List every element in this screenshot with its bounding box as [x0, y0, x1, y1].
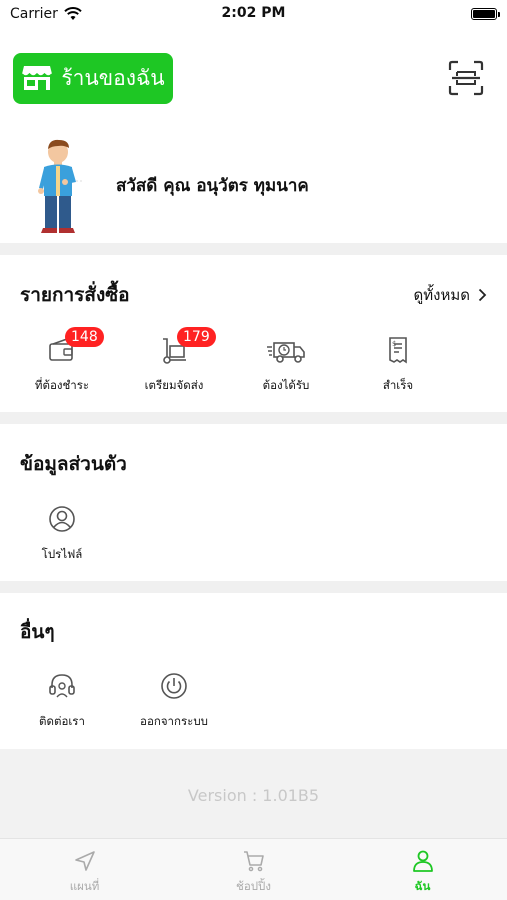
tab-shopping[interactable]: ช้อปปิ้ง — [169, 839, 338, 900]
see-all-orders-link[interactable]: ดูทั้งหมด — [414, 283, 487, 307]
navigation-icon — [74, 851, 95, 871]
order-to-receive[interactable]: ต้องได้รับ — [230, 335, 342, 395]
tab-me[interactable]: ฉัน — [338, 839, 507, 900]
order-completed-label: สำเร็จ — [382, 378, 414, 392]
profile-icon — [49, 506, 75, 532]
orders-title: รายการสั่งซื้อ — [20, 284, 130, 306]
order-to-ship-label: เตรียมจัดส่ง — [144, 378, 204, 392]
chevron-right-icon — [478, 288, 487, 302]
version-text: Version : 1.01B5 — [187, 785, 320, 805]
logout-item[interactable]: ออกจากระบบ — [118, 671, 230, 731]
tab-me-label: ฉัน — [414, 879, 431, 893]
power-icon — [161, 673, 187, 699]
my-shop-label: ร้านของฉัน — [61, 65, 165, 90]
scan-icon[interactable] — [448, 60, 484, 96]
headset-icon — [49, 674, 75, 698]
order-completed[interactable]: $ สำเร็จ — [342, 335, 454, 395]
contact-us-item[interactable]: ติดต่อเรา — [6, 671, 118, 731]
contact-us-label: ติดต่อเรา — [39, 714, 85, 728]
my-shop-button[interactable]: ร้านของฉัน — [13, 52, 173, 104]
user-icon — [412, 850, 433, 872]
cart-icon — [243, 851, 264, 872]
profile-item[interactable]: โปรไฟล์ — [6, 504, 118, 564]
order-to-receive-label: ต้องได้รับ — [262, 378, 310, 392]
greeting-area: สวัสดี คุณ อนุวัตร ทุมนาค — [0, 128, 507, 243]
user-avatar-illustration — [38, 139, 82, 233]
see-all-label: ดูทั้งหมด — [413, 286, 470, 304]
version-area: Version : 1.01B5 — [0, 749, 507, 841]
logout-label: ออกจากระบบ — [140, 714, 208, 728]
tab-map-label: แผนที่ — [69, 879, 100, 893]
to-ship-count-badge: 179 — [177, 327, 216, 347]
status-time: 2:02 PM — [221, 5, 286, 21]
order-to-pay[interactable]: 148 ที่ต้องชำระ — [6, 327, 118, 395]
personal-info-section: ข้อมูลส่วนตัว โปรไฟล์ — [0, 424, 507, 581]
other-section: อื่นๆ ติดต่อเรา ออกจากระบบ — [0, 593, 507, 749]
other-title: อื่นๆ — [20, 621, 55, 643]
section-divider — [0, 412, 507, 424]
delivery-truck-icon — [267, 342, 305, 363]
svg-text:$: $ — [392, 340, 396, 348]
receipt-icon: $ — [389, 337, 407, 364]
section-divider — [0, 581, 507, 593]
greeting-text: สวัสดี คุณ อนุวัตร ทุมนาค — [116, 176, 309, 196]
bottom-tab-bar: แผนที่ ช้อปปิ้ง ฉัน — [0, 838, 507, 900]
tab-shopping-label: ช้อปปิ้ง — [236, 879, 271, 893]
order-to-pay-label: ที่ต้องชำระ — [34, 378, 90, 392]
store-icon — [21, 66, 53, 90]
to-pay-count-badge: 148 — [65, 327, 104, 347]
status-bar: Carrier 2:02 PM — [0, 0, 507, 28]
personal-info-title: ข้อมูลส่วนตัว — [20, 453, 127, 475]
orders-section: รายการสั่งซื้อ ดูทั้งหมด 148 ที่ต้องชำระ… — [0, 255, 507, 412]
order-to-ship[interactable]: 179 เตรียมจัดส่ง — [118, 327, 230, 395]
battery-icon — [471, 8, 500, 20]
top-row: ร้านของฉัน — [0, 28, 507, 128]
tab-map[interactable]: แผนที่ — [0, 839, 169, 900]
section-divider — [0, 243, 507, 255]
profile-label: โปรไฟล์ — [41, 547, 83, 561]
